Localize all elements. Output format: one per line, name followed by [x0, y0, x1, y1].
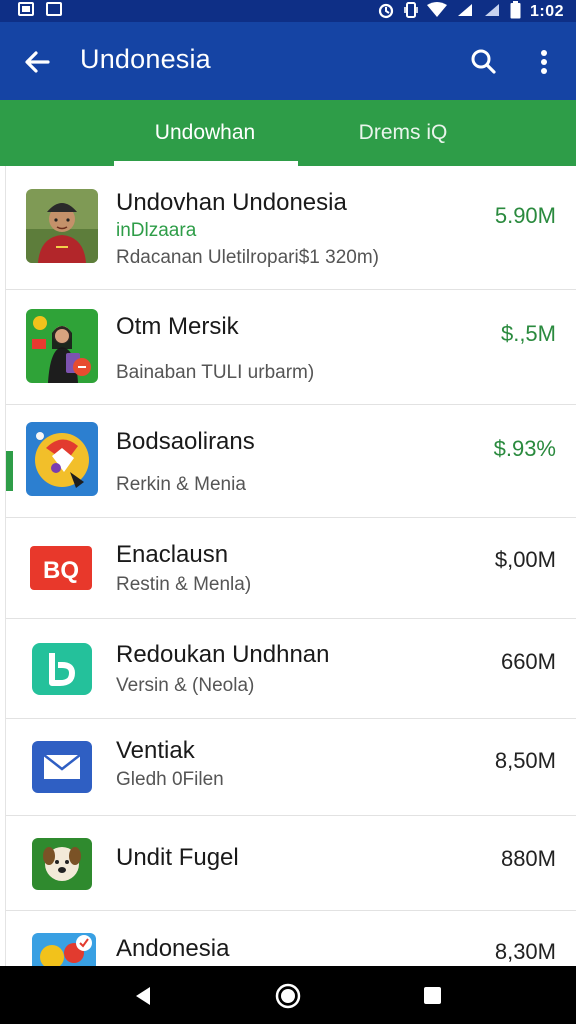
app-size: $.93% — [493, 436, 556, 461]
search-button[interactable] — [464, 42, 504, 82]
app-name: Andonesia — [116, 935, 230, 962]
alarm-icon — [377, 1, 395, 23]
list-item[interactable]: Undovhan Undonesia inDlzaara Rdacanan Ul… — [6, 166, 576, 290]
status-indicators: 1:02 — [377, 1, 564, 23]
app-icon-green-portrait — [26, 309, 98, 383]
app-size: 5.90M — [494, 203, 556, 228]
clock: 1:02 — [529, 3, 564, 20]
list-item[interactable]: Otm Mersik Bainaban TULI urbarm) $.,5M — [6, 290, 576, 405]
notification-icon — [46, 2, 62, 16]
list-item[interactable]: Undit Fugel 880M — [6, 816, 576, 911]
nav-back-icon — [136, 987, 150, 1005]
list-item[interactable]: Bodsaolirans Rerkin & Menia $.93% — [6, 405, 576, 518]
nav-home-icon — [275, 983, 301, 1009]
list-item[interactable]: Redoukan Undhnan Versin & (Neola) 660M — [6, 619, 576, 719]
app-name: Ventiak — [116, 737, 195, 764]
app-name: Undit Fugel — [116, 844, 239, 871]
app-list: Undovhan Undonesia inDlzaara Rdacanan Ul… — [5, 166, 576, 966]
back-button[interactable] — [18, 42, 58, 82]
app-tagline: inDlzaara — [116, 220, 197, 241]
list-item[interactable]: Andonesia 8,30M — [6, 911, 576, 966]
battery-icon — [510, 1, 521, 23]
list-item[interactable]: BQ Enaclausn Restin & Menla) $,00M — [6, 518, 576, 619]
app-name: Enaclausn — [116, 541, 229, 568]
app-size: $,00M — [494, 547, 556, 572]
tab-drems-iq[interactable]: Drems iQ — [330, 100, 476, 166]
app-icon-game — [26, 929, 98, 966]
app-icon-dog — [26, 834, 98, 894]
nav-home-button[interactable] — [271, 979, 305, 1013]
tab-bar: Undowhan Drems iQ — [0, 100, 576, 166]
arrow-left-icon — [25, 51, 50, 73]
app-size: 8,30M — [494, 939, 556, 964]
wifi-icon — [426, 2, 447, 22]
app-size: 8,50M — [494, 748, 556, 773]
app-size: $.,5M — [500, 321, 556, 346]
status-notifications — [18, 2, 62, 16]
system-nav-bar — [0, 966, 576, 1024]
nav-recents-button[interactable] — [416, 979, 450, 1013]
app-icon-teal — [26, 639, 98, 699]
selection-marker — [6, 451, 13, 491]
app-details: Rdacanan Uletilropari$1 320m) — [116, 247, 379, 268]
signal-icon — [483, 2, 501, 22]
nav-recents-icon — [424, 987, 441, 1004]
icon-label: BQ — [43, 557, 79, 584]
app-icon-mail — [26, 737, 98, 797]
page-title: Undonesia — [80, 44, 211, 74]
app-size: 880M — [500, 846, 556, 871]
app-name: Redoukan Undhnan — [116, 641, 330, 668]
app-details: Bainaban TULI urbarm) — [116, 362, 315, 383]
more-vert-icon — [541, 50, 547, 74]
app-details: Restin & Menla) — [116, 574, 252, 595]
app-icon-photo — [26, 189, 98, 263]
app-details: Rerkin & Menia — [116, 474, 246, 495]
app-bar: Undonesia — [0, 22, 576, 100]
app-details: Gledh 0Filen — [116, 769, 224, 790]
signal-icon — [456, 2, 474, 22]
app-name: Otm Mersik — [116, 313, 239, 340]
app-icon-bq: BQ — [26, 538, 98, 598]
list-item[interactable]: Ventiak Gledh 0Filen 8,50M — [6, 719, 576, 816]
more-options-button[interactable] — [526, 42, 562, 82]
nav-back-button[interactable] — [127, 979, 161, 1013]
search-icon — [471, 49, 496, 74]
status-bar: 1:02 — [0, 0, 576, 22]
app-details: Versin & (Neola) — [116, 675, 255, 696]
app-name: Bodsaolirans — [116, 428, 255, 455]
vibrate-icon — [404, 1, 418, 23]
app-icon-colorful — [26, 422, 98, 496]
notification-icon — [18, 2, 34, 16]
tab-undowhan[interactable]: Undowhan — [112, 100, 298, 166]
app-size: 660M — [500, 649, 556, 674]
app-name: Undovhan Undonesia — [116, 189, 347, 216]
